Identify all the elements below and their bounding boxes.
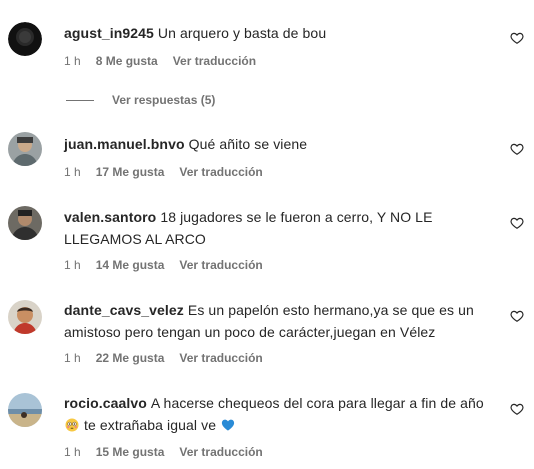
comment-username[interactable]: juan.manuel.bnvo xyxy=(64,136,185,152)
avatar[interactable] xyxy=(8,22,42,56)
likes-count[interactable]: 15 Me gusta xyxy=(96,445,165,459)
comment-username[interactable]: dante_cavs_velez xyxy=(64,302,184,318)
comment-body: dante_cavs_velez Es un papelón esto herma… xyxy=(64,299,496,343)
comment-meta: 1 h 8 Me gusta Ver traducción xyxy=(64,53,271,69)
comment-body: rocio.caalvo A hacerse chequeos del cora … xyxy=(64,392,496,436)
like-heart-icon[interactable] xyxy=(510,142,524,156)
translate-link[interactable]: Ver traducción xyxy=(179,165,262,179)
comment-username[interactable]: agust_in9245 xyxy=(64,25,154,41)
comment-username[interactable]: rocio.caalvo xyxy=(64,395,147,411)
comment-time: 1 h xyxy=(64,258,81,272)
comment-body: juan.manuel.bnvo Qué añito se viene xyxy=(64,133,496,155)
like-heart-icon[interactable] xyxy=(510,402,524,416)
translate-link[interactable]: Ver traducción xyxy=(173,54,256,68)
comment-meta: 1 h 15 Me gusta Ver traducción xyxy=(64,444,278,460)
view-replies-label: Ver respuestas (5) xyxy=(112,93,216,107)
likes-count[interactable]: 22 Me gusta xyxy=(96,351,165,365)
avatar[interactable] xyxy=(8,206,42,240)
comment-meta: 1 h 22 Me gusta Ver traducción xyxy=(64,350,278,366)
blue-heart-emoji xyxy=(221,416,235,431)
replies-divider xyxy=(66,99,94,101)
comment-text-continued: te extrañaba igual ve xyxy=(84,417,217,433)
comment-body: valen.santoro 18 jugadores se le fueron a… xyxy=(64,206,496,250)
translate-link[interactable]: Ver traducción xyxy=(179,258,262,272)
comment-meta: 1 h 14 Me gusta Ver traducción xyxy=(64,257,278,273)
comment-time: 1 h xyxy=(64,54,81,68)
flushed-face-emoji xyxy=(65,416,79,432)
likes-count[interactable]: 8 Me gusta xyxy=(96,54,158,68)
comment-username[interactable]: valen.santoro xyxy=(64,209,156,225)
avatar[interactable] xyxy=(8,132,42,166)
likes-count[interactable]: 14 Me gusta xyxy=(96,258,165,272)
avatar[interactable] xyxy=(8,393,42,427)
comment-time: 1 h xyxy=(64,351,81,365)
like-heart-icon[interactable] xyxy=(510,31,524,45)
comment-body: agust_in9245 Un arquero y basta de bou xyxy=(64,22,496,44)
like-heart-icon[interactable] xyxy=(510,309,524,323)
like-heart-icon[interactable] xyxy=(510,216,524,230)
comment-text: A hacerse chequeos del cora para llegar … xyxy=(150,395,484,411)
comment-time: 1 h xyxy=(64,165,81,179)
comment-meta: 1 h 17 Me gusta Ver traducción xyxy=(64,164,278,180)
likes-count[interactable]: 17 Me gusta xyxy=(96,165,165,179)
comment-time: 1 h xyxy=(64,445,81,459)
comment-text: Un arquero y basta de bou xyxy=(157,25,327,41)
avatar[interactable] xyxy=(8,300,42,334)
translate-link[interactable]: Ver traducción xyxy=(179,445,262,459)
view-replies-button[interactable]: Ver respuestas (5) xyxy=(66,92,215,108)
translate-link[interactable]: Ver traducción xyxy=(179,351,262,365)
comment-text: Qué añito se viene xyxy=(188,136,308,152)
